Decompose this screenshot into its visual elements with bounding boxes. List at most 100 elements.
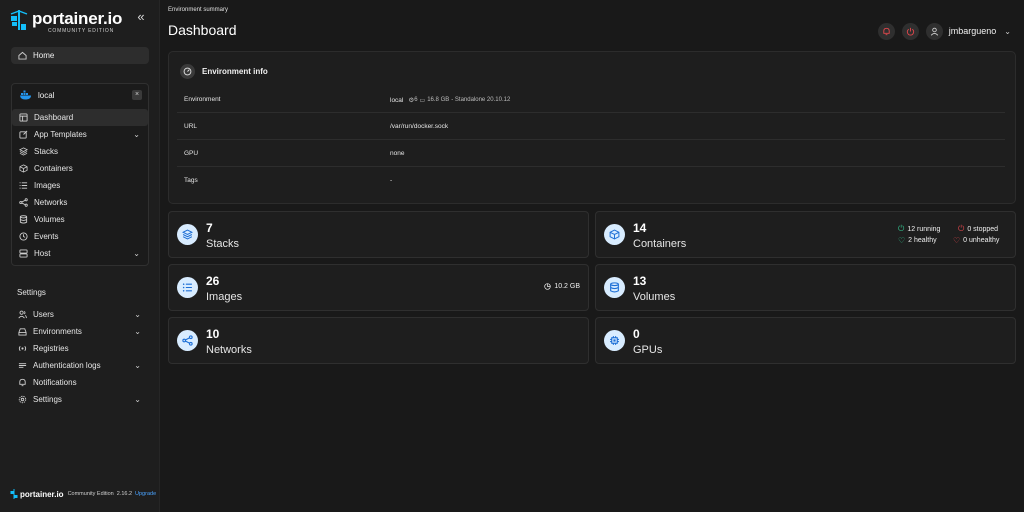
upgrade-link[interactable]: Upgrade xyxy=(135,491,156,497)
stopped-count: 0 stopped xyxy=(967,225,999,233)
sidebar-item-volumes[interactable]: Volumes xyxy=(12,211,148,228)
stacks-tile[interactable]: 7 Stacks xyxy=(168,211,589,258)
healthy-status: ♡ 2 healthy xyxy=(898,236,937,245)
power-off-icon: ⏻ xyxy=(958,224,965,233)
portainer-logo-icon xyxy=(10,10,28,30)
volumes-tile[interactable]: 13 Volumes xyxy=(595,264,1016,311)
settings-menu: Users ⌄ Environments ⌄ Registries Authen… xyxy=(11,306,149,408)
sidebar-item-host[interactable]: Host ⌄ xyxy=(12,245,148,262)
environment-mode: - Standalone 20.10.12 xyxy=(451,97,511,103)
environment-info-header: Environment info xyxy=(180,64,268,79)
environment-info-panel: Environment info Environment local ⚙ 6 ▭… xyxy=(168,51,1016,204)
sidebar-item-notifications[interactable]: Notifications xyxy=(11,374,149,391)
header-actions: jmbargueno ⌄ xyxy=(871,22,1011,40)
table-row: URL /var/run/docker.sock xyxy=(177,113,1005,140)
row-value: none xyxy=(390,150,405,157)
hdd-icon xyxy=(18,327,27,336)
images-tile[interactable]: 26 Images 10.2 GB xyxy=(168,264,589,311)
table-row: Environment local ⚙ 6 ▭ 16.8 GB - Standa… xyxy=(177,86,1005,113)
sidebar-footer: portainer.io Community Edition 2.16.2 Up… xyxy=(10,489,156,499)
sidebar-item-app-templates[interactable]: App Templates ⌄ xyxy=(12,126,148,143)
gpus-tile[interactable]: 0 GPUs xyxy=(595,317,1016,364)
stacks-count: 7 xyxy=(206,221,213,235)
gpus-label: GPUs xyxy=(633,344,663,356)
avatar xyxy=(925,22,943,40)
containers-tile[interactable]: 14 Containers ⏻ 12 running ⏻ 0 stopped ♡… xyxy=(595,211,1016,258)
row-key: Tags xyxy=(184,177,198,184)
sidebar-item-dashboard[interactable]: Dashboard xyxy=(12,109,148,126)
sidebar-item-label: Containers xyxy=(34,164,73,173)
sidebar-item-environments[interactable]: Environments ⌄ xyxy=(11,323,149,340)
collapse-sidebar-icon[interactable]: « xyxy=(134,10,148,24)
bell-icon xyxy=(18,378,27,387)
chevron-down-icon: ⌄ xyxy=(1004,26,1011,36)
users-icon xyxy=(18,310,27,319)
gpus-count: 0 xyxy=(633,327,640,341)
docker-icon xyxy=(20,90,31,100)
server-icon xyxy=(19,249,28,258)
row-key: URL xyxy=(184,123,198,130)
sidebar-item-authentication-logs[interactable]: Authentication logs ⌄ xyxy=(11,357,149,374)
box-icon xyxy=(604,224,625,245)
sidebar-item-home-label: Home xyxy=(33,51,55,60)
sidebar-item-label: Networks xyxy=(34,198,68,207)
page-title: Dashboard xyxy=(168,22,237,38)
healthy-count: 2 healthy xyxy=(908,237,937,244)
stacks-label: Stacks xyxy=(206,238,240,250)
layout-icon xyxy=(19,113,28,122)
networks-tile[interactable]: 10 Networks xyxy=(168,317,589,364)
sidebar-item-events[interactable]: Events xyxy=(12,228,148,245)
containers-label: Containers xyxy=(633,238,687,250)
chevron-down-icon: ⌄ xyxy=(134,361,141,370)
sidebar-item-networks[interactable]: Networks xyxy=(12,194,148,211)
chevron-down-icon: ⌄ xyxy=(133,130,140,139)
sidebar-item-images[interactable]: Images xyxy=(12,177,148,194)
chevron-down-icon: ⌄ xyxy=(134,310,141,319)
user-icon xyxy=(930,27,938,36)
cpu-count: 6 xyxy=(414,97,418,103)
heart-icon: ♡ xyxy=(898,236,906,245)
sidebar-item-label: Environments xyxy=(33,327,82,336)
sidebar-item-label: Images xyxy=(34,181,61,190)
sidebar-item-settings[interactable]: Settings ⌄ xyxy=(11,391,149,408)
footer-version: 2.16.2 xyxy=(116,491,133,497)
logout-button[interactable] xyxy=(901,22,919,40)
power-icon: ⏻ xyxy=(898,224,905,233)
portainer-logo-icon xyxy=(10,489,18,499)
sidebar-item-containers[interactable]: Containers xyxy=(12,160,148,177)
memory-value: 16.8 GB xyxy=(427,97,450,103)
list-icon xyxy=(19,181,28,190)
networks-count: 10 xyxy=(206,327,220,341)
radio-icon xyxy=(18,344,27,353)
sidebar-item-registries[interactable]: Registries xyxy=(11,340,149,357)
pie-chart-icon xyxy=(544,283,551,290)
unhealthy-count: 0 unhealthy xyxy=(963,237,1000,244)
settings-section-title: Settings xyxy=(17,288,46,297)
environment-close-button[interactable]: × xyxy=(132,90,142,100)
layers-icon xyxy=(177,224,198,245)
sidebar-item-users[interactable]: Users ⌄ xyxy=(11,306,149,323)
home-icon xyxy=(18,51,27,60)
chevron-down-icon: ⌄ xyxy=(134,395,141,404)
running-count: 12 running xyxy=(907,225,941,233)
brand-name: portainer.io xyxy=(32,9,123,28)
brand-logo[interactable]: portainer.io COMMUNITY EDITION xyxy=(10,8,130,34)
gauge-icon xyxy=(180,64,195,79)
layers-icon xyxy=(19,147,28,156)
stopped-status: ⏻ 0 stopped xyxy=(958,224,998,234)
environment-info-title: Environment info xyxy=(202,67,268,76)
networks-label: Networks xyxy=(206,344,252,356)
sidebar-item-label: Events xyxy=(34,232,59,241)
sidebar-item-label: Registries xyxy=(33,344,69,353)
user-menu[interactable]: jmbargueno ⌄ xyxy=(925,22,1011,40)
running-status: ⏻ 12 running xyxy=(898,224,940,234)
memory-icon: ▭ xyxy=(419,97,426,104)
notifications-button[interactable] xyxy=(877,22,895,40)
environment-menu: Dashboard App Templates ⌄ Stacks Contain… xyxy=(12,109,148,262)
chevron-down-icon: ⌄ xyxy=(133,249,140,258)
table-row: GPU none xyxy=(177,140,1005,167)
row-value: /var/run/docker.sock xyxy=(390,123,449,130)
sidebar-item-stacks[interactable]: Stacks xyxy=(12,143,148,160)
sidebar-item-home[interactable]: Home xyxy=(11,47,149,64)
table-row: Tags - xyxy=(177,167,1005,194)
